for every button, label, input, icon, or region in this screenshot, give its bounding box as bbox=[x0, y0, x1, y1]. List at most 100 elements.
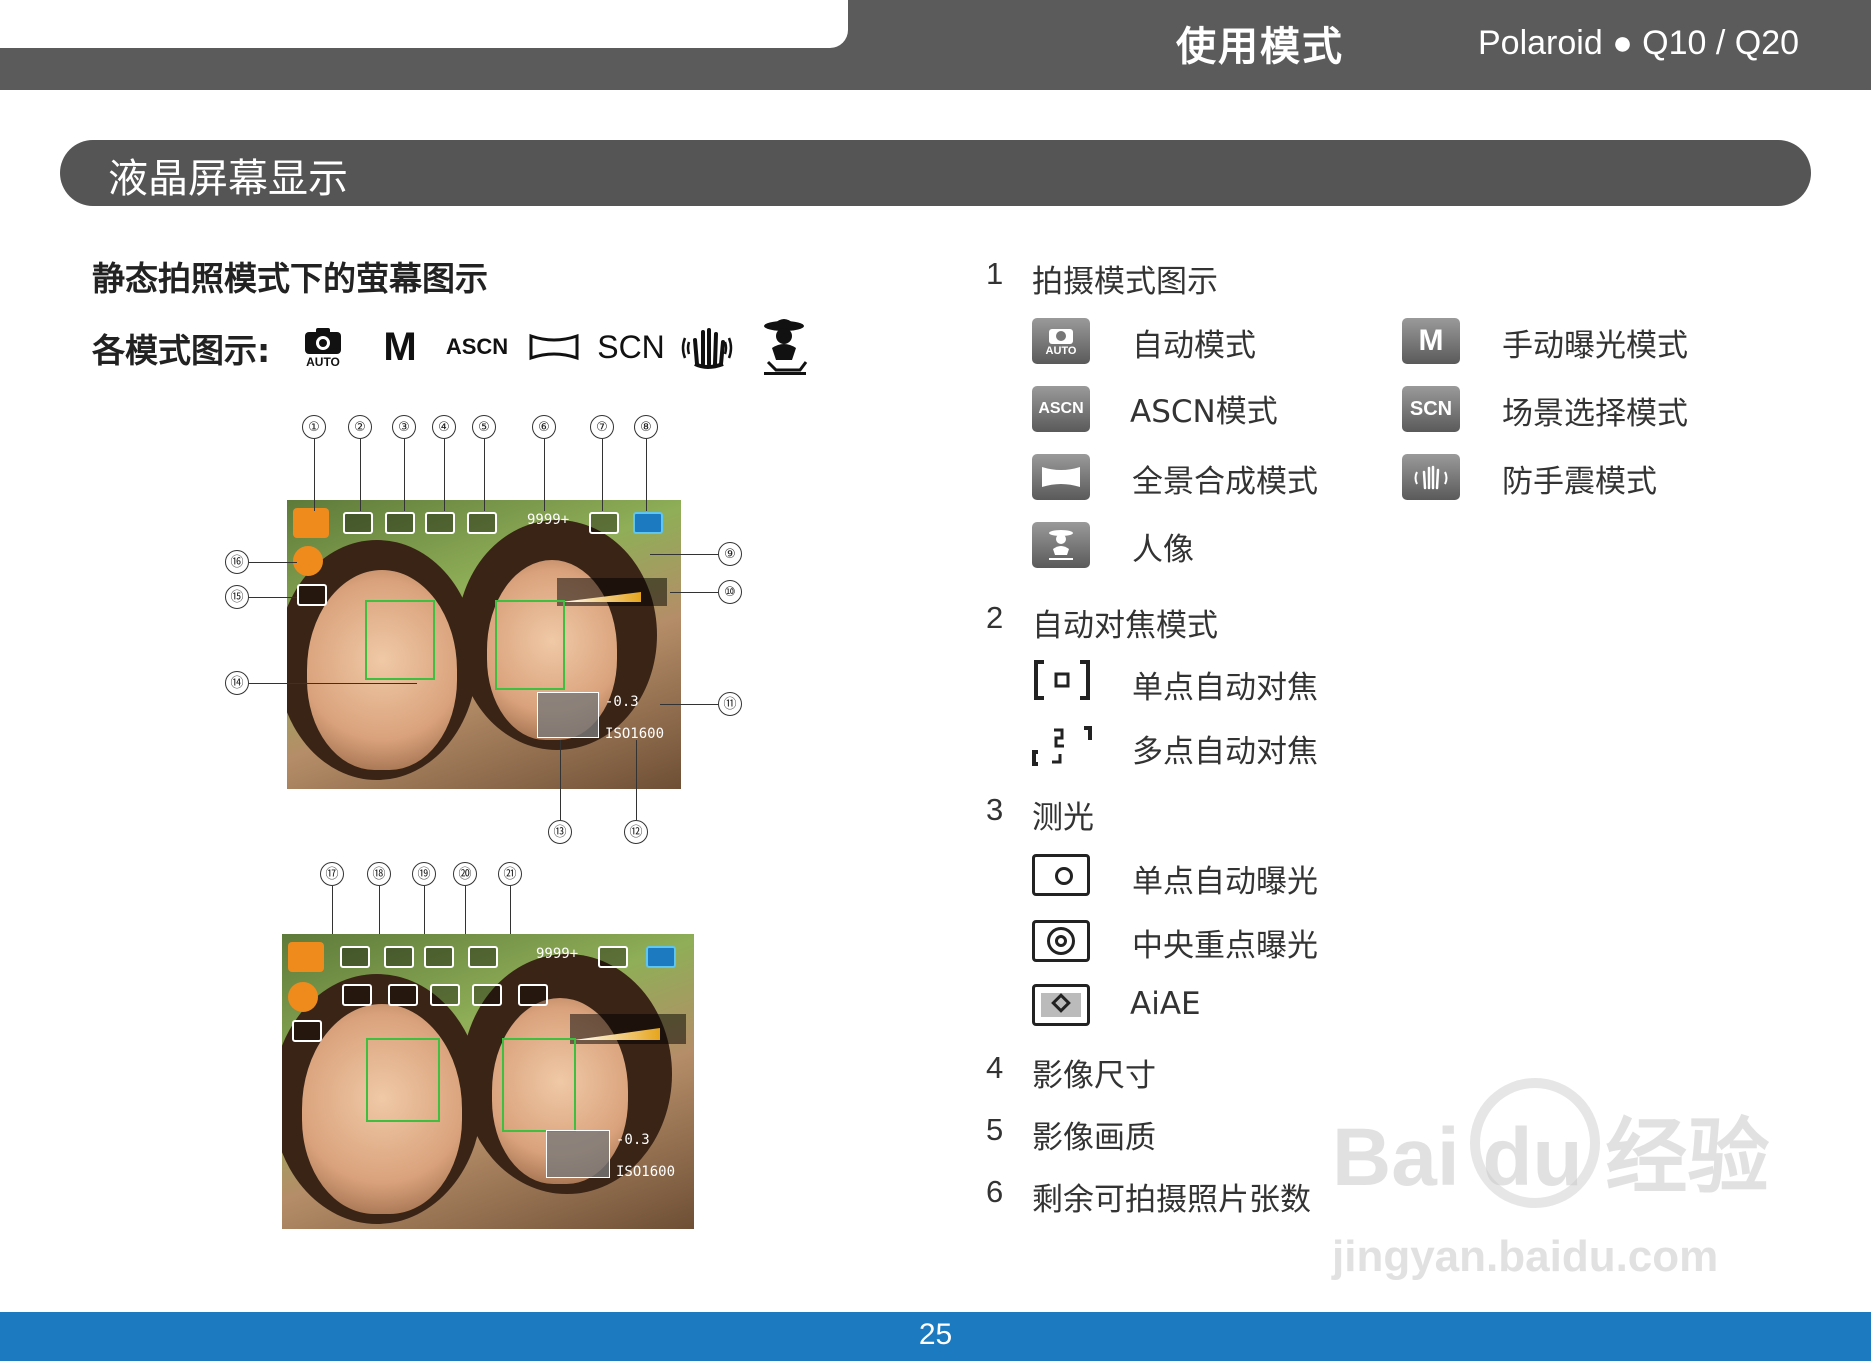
list-title-af-mode: 自动对焦模式 bbox=[1032, 608, 1218, 644]
anti-shake-icon bbox=[676, 318, 738, 376]
burst-osd-icon bbox=[297, 584, 327, 606]
subtitle: 静态拍照模式下的萤幕图示 bbox=[92, 259, 488, 298]
card-osd-icon bbox=[598, 946, 628, 968]
watermark-text: Bai du 经验 bbox=[1332, 1112, 1770, 1203]
panorama-mode-icon bbox=[1032, 454, 1090, 500]
af-frame-2 bbox=[502, 1038, 576, 1132]
manual-mode-icon: M bbox=[1402, 318, 1460, 364]
list-title-image-size: 影像尺寸 bbox=[1032, 1058, 1156, 1094]
lcd-preview-photo-2: 9999+ -0.3 ISO1600 bbox=[282, 934, 694, 1229]
quality-osd-icon bbox=[467, 512, 497, 534]
histogram bbox=[537, 692, 599, 738]
callout-2: ② bbox=[348, 415, 372, 439]
burst-osd-icon bbox=[292, 1020, 322, 1042]
list-num-5: 5 bbox=[986, 1112, 1004, 1147]
panorama-mode-label: 全景合成模式 bbox=[1132, 464, 1318, 500]
histogram bbox=[546, 1130, 610, 1178]
af-frame-2 bbox=[495, 600, 565, 690]
list-num-2: 2 bbox=[986, 600, 1004, 635]
callout-16: ⑯ bbox=[225, 550, 249, 574]
single-af-icon bbox=[1032, 658, 1092, 706]
portrait-mode-label: 人像 bbox=[1132, 532, 1194, 568]
scene-mode-icon: SCN bbox=[1402, 386, 1460, 432]
callout-14: ⑭ bbox=[225, 671, 249, 695]
list-num-3: 3 bbox=[986, 792, 1004, 827]
brand-model: Polaroid ● Q10 / Q20 bbox=[1478, 24, 1800, 62]
ascn-icon: ASCN bbox=[445, 334, 509, 359]
stabilizer-osd-icon bbox=[342, 984, 372, 1006]
callout-20: ⑳ bbox=[453, 862, 477, 886]
metering-osd-icon bbox=[384, 946, 414, 968]
callout-15: ⑮ bbox=[225, 585, 249, 609]
aiae-label: AiAE bbox=[1130, 986, 1201, 1022]
auto-mode-icon: AUTO bbox=[1032, 318, 1090, 364]
list-title-shooting-modes: 拍摄模式图示 bbox=[1032, 264, 1218, 300]
image-size-osd-icon bbox=[425, 512, 455, 534]
single-af-label: 单点自动对焦 bbox=[1132, 670, 1318, 706]
macro-osd-icon bbox=[430, 984, 460, 1006]
callout-21: ㉑ bbox=[498, 862, 522, 886]
callout-13: ⑬ bbox=[548, 820, 572, 844]
auto-mode-osd-icon bbox=[293, 508, 329, 538]
list-num-4: 4 bbox=[986, 1050, 1004, 1085]
ascn-mode-icon: ASCN bbox=[1032, 386, 1090, 432]
modes-label: 各模式图示: bbox=[92, 331, 271, 370]
zoom-bar bbox=[570, 1014, 686, 1044]
callout-12: ⑫ bbox=[624, 820, 648, 844]
callout-11: ⑪ bbox=[718, 692, 742, 716]
scene-mode-label: 场景选择模式 bbox=[1502, 396, 1688, 432]
callout-9: ⑨ bbox=[718, 542, 742, 566]
auto-mode-label: 自动模式 bbox=[1132, 328, 1256, 364]
aiae-icon bbox=[1032, 984, 1090, 1026]
lcd-preview-photo-1: 9999+ -0.3 ISO1600 bbox=[287, 500, 681, 789]
callout-1: ① bbox=[302, 415, 326, 439]
scn-icon: SCN bbox=[597, 328, 665, 365]
battery-osd-icon bbox=[646, 946, 676, 968]
flash-osd-icon bbox=[518, 984, 548, 1006]
spot-metering-icon bbox=[1032, 854, 1090, 896]
face-detect-osd-icon bbox=[293, 546, 323, 576]
auto-camera-icon: AUTO bbox=[300, 318, 346, 376]
ascn-mode-label: ASCN模式 bbox=[1130, 394, 1278, 430]
af-osd-icon bbox=[340, 946, 370, 968]
callout-3: ③ bbox=[392, 415, 416, 439]
callout-5: ⑤ bbox=[472, 415, 496, 439]
card-osd-icon bbox=[589, 512, 619, 534]
manual-icon: M bbox=[383, 324, 417, 369]
center-weighted-label: 中央重点曝光 bbox=[1132, 928, 1318, 964]
manual-mode-label: 手动曝光模式 bbox=[1502, 328, 1688, 364]
ev-value: -0.3 bbox=[605, 694, 639, 710]
anti-shake-mode-label: 防手震模式 bbox=[1502, 464, 1657, 500]
shots-remaining: 9999+ bbox=[536, 946, 579, 962]
portrait-mode-icon bbox=[1032, 522, 1090, 568]
multi-af-icon bbox=[1032, 724, 1092, 772]
list-title-shots-remaining: 剩余可拍摄照片张数 bbox=[1032, 1182, 1311, 1218]
af-frame-1 bbox=[366, 1038, 440, 1122]
iso-value: ISO1600 bbox=[616, 1164, 676, 1180]
iso-value: ISO1600 bbox=[605, 726, 665, 742]
metering-osd-icon bbox=[385, 512, 415, 534]
section-title: 液晶屏幕显示 bbox=[108, 156, 348, 202]
callout-10: ⑩ bbox=[718, 580, 742, 604]
callout-4: ④ bbox=[432, 415, 456, 439]
af-frame-1 bbox=[365, 600, 435, 680]
self-timer-osd-icon bbox=[472, 984, 502, 1006]
spot-metering-label: 单点自动曝光 bbox=[1132, 864, 1318, 900]
multi-af-label: 多点自动对焦 bbox=[1132, 734, 1318, 770]
callout-8: ⑧ bbox=[634, 415, 658, 439]
page-number: 25 bbox=[918, 1318, 953, 1351]
callout-6: ⑥ bbox=[532, 415, 556, 439]
shots-remaining: 9999+ bbox=[527, 512, 570, 528]
face-detect-osd-icon bbox=[288, 982, 318, 1012]
list-title-metering: 测光 bbox=[1032, 800, 1094, 836]
watermark-url: jingyan.baidu.com bbox=[1332, 1232, 1719, 1281]
callout-7: ⑦ bbox=[590, 415, 614, 439]
white-balance-osd-icon bbox=[388, 984, 418, 1006]
battery-osd-icon bbox=[633, 512, 663, 534]
header-tab-cutout bbox=[0, 0, 848, 48]
list-title-image-quality: 影像画质 bbox=[1032, 1120, 1156, 1156]
auto-mode-osd-icon bbox=[288, 942, 324, 972]
quality-osd-icon bbox=[468, 946, 498, 968]
portrait-icon bbox=[756, 318, 812, 376]
ev-value: -0.3 bbox=[616, 1132, 650, 1148]
